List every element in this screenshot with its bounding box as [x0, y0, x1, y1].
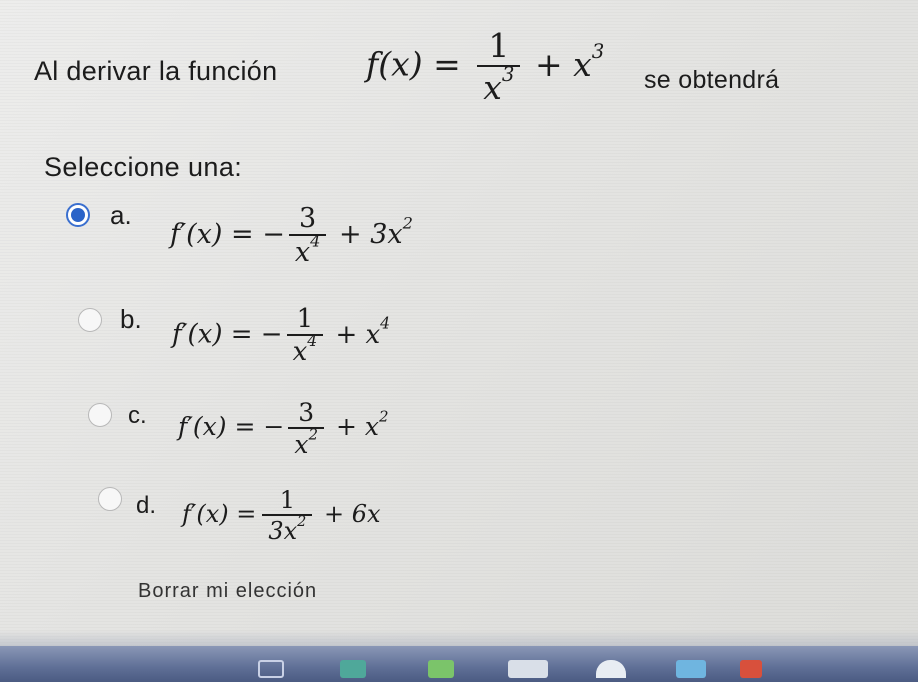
option-a-den-exp: 4: [310, 231, 321, 251]
select-prompt: Seleccione una:: [44, 152, 243, 182]
option-c-den-base: x: [294, 430, 309, 459]
option-c-radio[interactable]: [88, 403, 112, 427]
question-prefix: Al derivar la función: [34, 56, 278, 86]
function-lhs: f(x) =: [366, 44, 461, 84]
option-c-fraction: 3 x2: [288, 398, 324, 459]
function-fraction: 1 x3: [477, 26, 521, 107]
option-d-num: 1: [279, 486, 295, 514]
option-d-den-exp: 2: [297, 514, 307, 531]
option-c-tail-base: + x: [335, 412, 379, 441]
question-suffix: se obtendrá: [644, 66, 780, 94]
option-a-num: 3: [299, 203, 317, 234]
function-tail: + x3: [534, 41, 604, 84]
option-b-tail-base: + x: [335, 319, 381, 350]
option-d-den-base: 3x: [268, 517, 298, 545]
taskbar-app-icon-2[interactable]: [428, 660, 454, 678]
option-c-den-exp: 2: [308, 425, 318, 444]
option-a-tail-base: + 3x: [338, 219, 403, 250]
option-a-tail-exp: 2: [402, 213, 413, 233]
option-d-tail-base: + 6x: [323, 500, 381, 528]
taskbar: [0, 646, 918, 682]
clear-choice-link[interactable]: Borrar mi elección: [138, 580, 317, 603]
option-a-lhs: f′(x) = −: [170, 219, 285, 250]
option-a-formula: f′(x) = −3 x4 + 3x2: [170, 203, 413, 268]
option-c-lhs: f′(x) = −: [178, 412, 285, 441]
option-a-den: x4: [288, 231, 327, 268]
option-c-letter: c.: [128, 402, 147, 429]
option-c-tail-exp: 2: [378, 407, 389, 426]
option-d-formula: f′(x) = 1 3x2 + 6x: [182, 486, 381, 545]
option-b-lhs: f′(x) = −: [172, 319, 283, 350]
option-c-den: x2: [288, 427, 324, 459]
option-d-radio[interactable]: [98, 487, 122, 511]
taskbar-app-icon-5[interactable]: [676, 660, 706, 678]
option-a-letter: a.: [110, 200, 132, 230]
taskbar-app-icon-6[interactable]: [740, 660, 762, 678]
taskbar-app-icon-3[interactable]: [508, 660, 548, 678]
option-d-lhs: f′(x) =: [182, 500, 257, 528]
option-b-den: x4: [286, 331, 324, 367]
option-a-den-base: x: [294, 237, 311, 268]
option-b-formula: f′(x) = −1 x4 + x4: [172, 304, 390, 367]
option-c-num: 3: [298, 398, 315, 427]
option-a-fraction: 3 x4: [288, 203, 327, 268]
option-b-num: 1: [296, 304, 314, 334]
option-d-fraction: 1 3x2: [262, 486, 313, 545]
function-tail-base: + x: [534, 44, 592, 84]
option-c-formula: f′(x) = −3 x2 + x2: [178, 398, 388, 459]
option-d-letter: d.: [136, 492, 157, 519]
function-numerator: 1: [488, 26, 510, 65]
option-b-fraction: 1 x4: [286, 304, 324, 367]
function-den-exp: 3: [501, 63, 515, 87]
question-stem: Al derivar la función f(x) = 1 x3 + x3 s…: [34, 22, 904, 122]
taskbar-app-icon-1[interactable]: [340, 660, 366, 678]
question-function: f(x) = 1 x3 + x3: [366, 26, 604, 107]
option-b-den-exp: 4: [307, 331, 318, 350]
option-d-den: 3x2: [262, 514, 313, 545]
function-tail-exp: 3: [591, 39, 605, 63]
function-denominator: x3: [477, 63, 521, 107]
option-b-den-base: x: [292, 337, 308, 367]
option-b-tail-exp: 4: [380, 314, 391, 333]
option-b-letter: b.: [120, 304, 142, 334]
function-den-base: x: [483, 68, 502, 107]
taskbar-window-icon[interactable]: [258, 660, 284, 678]
option-b-radio[interactable]: [78, 308, 102, 332]
option-a-radio[interactable]: [66, 203, 90, 227]
